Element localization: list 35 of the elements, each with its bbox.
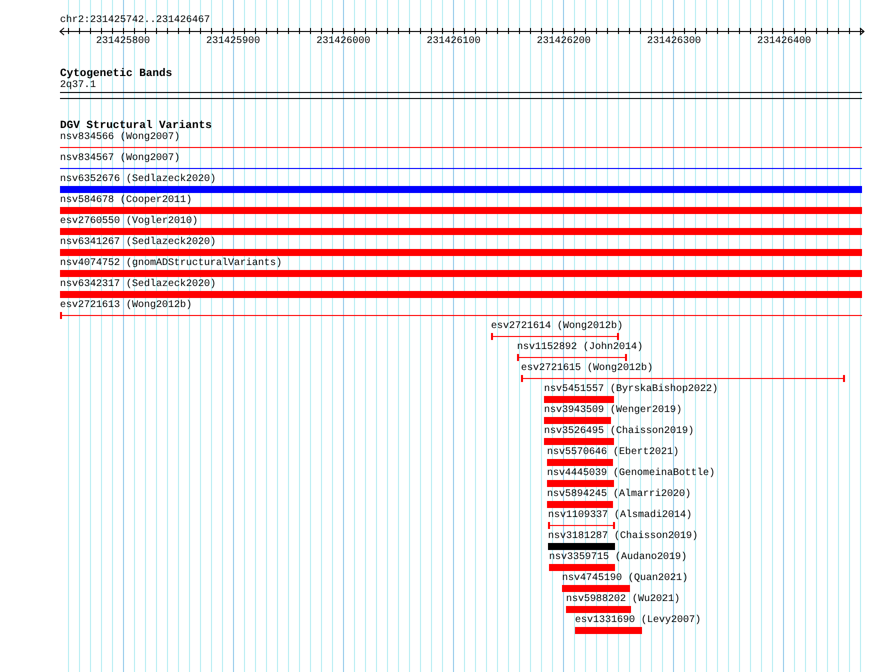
band-label: 2q37.1 [60, 80, 98, 91]
ruler-tick-label: 231425900 [205, 36, 262, 47]
track-title: Cytogenetic Bands [60, 68, 174, 80]
ruler-tick-label: 231426200 [536, 36, 592, 47]
ruler-tick-label: 231426300 [646, 36, 702, 47]
variant-label: nsv3181287 (Chaisson2019) [548, 531, 698, 542]
ruler-tick-label: 231426100 [426, 36, 482, 47]
variant-label: nsv1152892 (John2014) [517, 342, 644, 353]
region-label: chr2:231425742..231426467 [60, 15, 212, 26]
variant-label: nsv6352676 (Sedlazeck2020) [60, 174, 216, 185]
variant-label: nsv4074752 (gnomADStructuralVariants) [60, 258, 282, 269]
variant-label: nsv4445039 (GenomeinaBottle) [547, 468, 716, 479]
variant-label: esv2721613 (Wong2012b) [60, 300, 192, 311]
variant-label: nsv3359715 (Audano2019) [549, 552, 688, 563]
variant-label: esv2760550 (Vogler2010) [60, 216, 198, 227]
variant-label: nsv6342317 (Sedlazeck2020) [60, 279, 216, 290]
variant-label: nsv834567 (Wong2007) [60, 153, 180, 164]
variant-label: nsv6341267 (Sedlazeck2020) [60, 237, 216, 248]
ruler-tick-label: 231425800 [94, 36, 151, 47]
variant-label: esv2721614 (Wong2012b) [491, 321, 624, 332]
variant-label: nsv834566 (Wong2007) [60, 132, 180, 143]
variant-label: esv2721615 (Wong2012b) [521, 363, 654, 374]
track-title: DGV Structural Variants [60, 120, 213, 132]
variant-label: nsv584678 (Cooper2011) [60, 195, 192, 206]
variant-label: nsv1109337 (Alsmadi2014) [548, 510, 692, 521]
variant-label: nsv3943509 (Wenger2019) [544, 405, 682, 416]
variant-label: nsv5451557 (ByrskaBishop2022) [544, 384, 718, 395]
variant-label: nsv5570646 (Ebert2021) [547, 447, 680, 458]
variant-label: nsv5988202 (Wu2021) [566, 594, 680, 605]
ruler-tick-label: 231426000 [315, 36, 372, 47]
variant-label: esv1331690 (Levy2007) [575, 615, 702, 626]
variant-label: nsv5894245 (Almarri2020) [547, 489, 692, 500]
variant-label: nsv3526495 (Chaisson2019) [544, 426, 694, 437]
ruler-tick-label: 231426400 [756, 36, 812, 47]
variant-label: nsv4745190 (Quan2021) [562, 573, 688, 584]
